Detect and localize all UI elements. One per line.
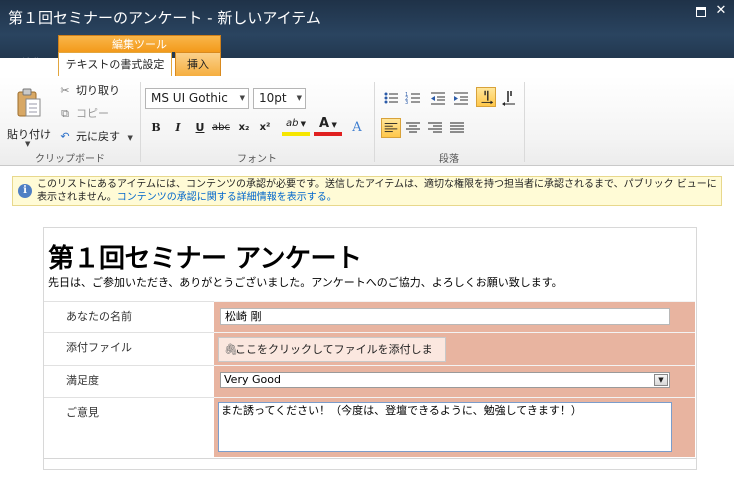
form-title: 第１回セミナー アンケート bbox=[48, 244, 362, 274]
copy-label: コピー bbox=[76, 107, 109, 120]
form-description: 先日は、ご参加いただき、ありがとうございました。アンケートへのご協力、よろしくお… bbox=[48, 276, 563, 289]
satisfaction-field-label: 満足度 bbox=[44, 365, 214, 397]
window-title: 第１回セミナーのアンケート - 新しいアイテム bbox=[8, 9, 321, 27]
chevron-down-icon: ▼ bbox=[296, 94, 302, 102]
approval-info-bar: i このリストにあるアイテムには、コンテンツの承認が必要です。送信したアイテムは… bbox=[12, 176, 722, 206]
chevron-down-icon: ▼ bbox=[127, 134, 133, 142]
strikethrough-button[interactable]: abc bbox=[211, 118, 231, 138]
align-left-icon[interactable] bbox=[381, 118, 401, 138]
comments-textarea[interactable]: また誘ってください！（今度は、登壇できるように、勉強してきます！） bbox=[218, 402, 672, 452]
undo-label: 元に戻す bbox=[76, 130, 120, 143]
tab-text-format[interactable]: テキストの書式設定 bbox=[58, 52, 172, 77]
ltr-direction-icon[interactable] bbox=[476, 87, 496, 107]
chevron-down-icon: ▼ bbox=[329, 121, 337, 129]
paragraph-group-label: 段落 bbox=[439, 154, 459, 165]
item-form: 第１回セミナー アンケート 先日は、ご参加いただき、ありがとうございました。アン… bbox=[43, 227, 697, 470]
underline-button[interactable]: U bbox=[190, 118, 210, 138]
copy-button[interactable]: ⧉ コピー bbox=[58, 105, 109, 123]
name-field-label: あなたの名前 bbox=[44, 301, 214, 332]
paste-button[interactable]: 貼り付け ▼ bbox=[6, 84, 52, 148]
numbered-list-icon[interactable]: 1 2 3 bbox=[403, 88, 423, 108]
context-group-label: 編集ツール bbox=[58, 35, 221, 52]
attachment-field-cell: 🖇 ここをクリックしてファイルを添付します。 bbox=[214, 332, 695, 379]
increase-indent-icon[interactable] bbox=[451, 88, 471, 108]
group-divider bbox=[524, 82, 525, 162]
font-group-label: フォント bbox=[237, 154, 277, 165]
align-center-icon[interactable] bbox=[403, 118, 423, 138]
font-size-select[interactable]: 10pt ▼ bbox=[253, 88, 306, 109]
satisfaction-value: Very Good bbox=[224, 373, 281, 386]
tab-edit[interactable]: 編集 bbox=[10, 52, 54, 76]
align-right-icon[interactable] bbox=[425, 118, 445, 138]
rtl-direction-icon[interactable] bbox=[500, 88, 520, 108]
superscript-button[interactable]: x² bbox=[255, 118, 275, 138]
undo-icon: ↶ bbox=[60, 130, 70, 143]
chevron-down-icon: ▼ bbox=[25, 140, 31, 148]
approval-info-link[interactable]: コンテンツの承認に関する詳細情報を表示する。 bbox=[117, 192, 337, 203]
font-name-select[interactable]: MS UI Gothic ▼ bbox=[145, 88, 249, 109]
svg-text:3: 3 bbox=[405, 100, 408, 106]
font-name-value: MS UI Gothic bbox=[151, 91, 228, 105]
clear-format-icon[interactable]: A bbox=[347, 118, 367, 138]
satisfaction-field-cell: Very Good ▼ bbox=[214, 365, 695, 397]
attachment-field-label: 添付ファイル bbox=[44, 332, 214, 365]
satisfaction-select[interactable]: Very Good ▼ bbox=[220, 372, 670, 388]
paperclip-icon: 🖇 bbox=[224, 343, 238, 356]
comments-field-label: ご意見 bbox=[44, 397, 214, 457]
subscript-button[interactable]: x₂ bbox=[234, 118, 254, 138]
form-divider bbox=[44, 458, 696, 459]
font-color-button[interactable]: A ▼ bbox=[314, 116, 342, 136]
comments-field-cell: また誘ってください！（今度は、登壇できるように、勉強してきます！） bbox=[214, 397, 695, 457]
copy-icon: ⧉ bbox=[61, 107, 69, 120]
maximize-icon[interactable] bbox=[696, 7, 706, 17]
cut-button[interactable]: ✂ 切り取り bbox=[58, 82, 120, 100]
clipboard-group-label: クリップボード bbox=[35, 154, 105, 165]
cut-label: 切り取り bbox=[76, 84, 120, 97]
font-color-icon: A bbox=[319, 116, 330, 131]
justify-icon[interactable] bbox=[447, 118, 467, 138]
name-field-cell: 松崎 剛 bbox=[214, 301, 695, 332]
decrease-indent-icon[interactable] bbox=[428, 88, 448, 108]
italic-button[interactable]: I bbox=[168, 118, 188, 138]
font-size-value: 10pt bbox=[259, 91, 287, 105]
chevron-down-icon: ▼ bbox=[239, 94, 245, 102]
info-icon: i bbox=[18, 184, 32, 198]
bold-button[interactable]: B bbox=[146, 118, 166, 138]
scissors-icon: ✂ bbox=[60, 84, 70, 97]
chevron-down-icon: ▼ bbox=[298, 120, 307, 128]
attach-file-link[interactable]: 🖇 ここをクリックしてファイルを添付します。 bbox=[218, 337, 446, 379]
tab-insert[interactable]: 挿入 bbox=[175, 52, 221, 76]
highlight-button[interactable]: ab ▼ bbox=[282, 116, 310, 136]
name-input[interactable]: 松崎 剛 bbox=[220, 308, 670, 325]
ribbon: 貼り付け ▼ ✂ 切り取り ⧉ コピー ↶ 元に戻す ▼ クリップボード MS UI … bbox=[0, 76, 734, 166]
highlight-icon: ab bbox=[285, 118, 299, 129]
bullet-list-icon[interactable] bbox=[381, 88, 401, 108]
chevron-down-icon[interactable]: ▼ bbox=[654, 374, 668, 386]
undo-button[interactable]: ↶ 元に戻す ▼ bbox=[58, 128, 133, 146]
paste-icon bbox=[17, 88, 41, 117]
close-icon[interactable]: ✕ bbox=[715, 4, 727, 17]
